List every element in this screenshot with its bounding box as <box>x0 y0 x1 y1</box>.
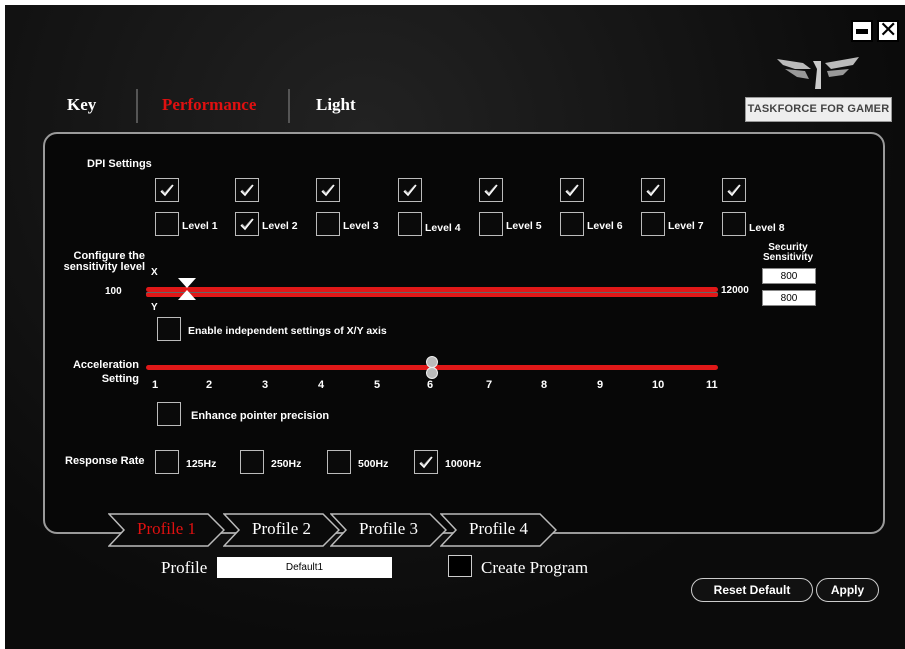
dpi-settings-title: DPI Settings <box>87 158 152 170</box>
apply-button[interactable]: Apply <box>816 578 879 602</box>
dpi-enable-checkbox[interactable] <box>316 178 340 202</box>
dpi-level-label: Level 8 <box>749 222 785 234</box>
independent-xy-checkbox[interactable] <box>157 317 181 341</box>
checkmark-icon <box>419 456 433 469</box>
profile-tab-label: Profile 2 <box>251 519 312 538</box>
profile-tab-label: Profile 1 <box>136 519 197 538</box>
create-program-checkbox[interactable] <box>448 555 472 577</box>
acceleration-knob-bottom[interactable] <box>426 367 438 379</box>
dpi-level-checkbox[interactable] <box>479 212 503 236</box>
dpi-level-checkbox[interactable] <box>155 212 179 236</box>
checkmark-icon <box>565 184 579 197</box>
sensitivity-max: 12000 <box>721 285 749 296</box>
dpi-enable-checkbox[interactable] <box>235 178 259 202</box>
tab-divider <box>288 89 290 123</box>
profile-tab-label: Profile 4 <box>468 519 529 538</box>
acceleration-tick-label: 7 <box>486 379 493 391</box>
acceleration-tick-label: 5 <box>374 379 381 391</box>
enhance-precision-label: Enhance pointer precision <box>191 410 330 422</box>
dpi-enable-checkbox[interactable] <box>479 178 503 202</box>
dpi-enable-checkbox[interactable] <box>722 178 746 202</box>
dpi-level-checkbox[interactable] <box>235 212 259 236</box>
minimize-button[interactable] <box>851 20 873 42</box>
acceleration-label: Acceleration Setting <box>72 359 139 385</box>
dpi-enable-checkbox[interactable] <box>155 178 179 202</box>
profile-label: Profile <box>161 558 208 577</box>
response-rate-checkbox[interactable] <box>327 450 351 474</box>
checkmark-icon <box>484 184 498 197</box>
app-window: ✕ TASKFORCE FOR GAMER Key Performance Li… <box>5 5 905 649</box>
profile-name-input[interactable]: Default1 <box>217 557 392 578</box>
sensitivity-y-fill <box>146 293 718 297</box>
close-button[interactable]: ✕ <box>877 18 899 43</box>
response-rate-option-label: 125Hz <box>186 458 217 470</box>
checkmark-icon <box>240 218 254 231</box>
tab-performance[interactable]: Performance <box>162 95 256 115</box>
dpi-level-checkbox[interactable] <box>722 212 746 236</box>
dpi-level-label: Level 1 <box>182 220 218 232</box>
checkmark-icon <box>403 184 417 197</box>
checkmark-icon <box>727 184 741 197</box>
reset-default-button[interactable]: Reset Default <box>691 578 813 602</box>
response-rate-option-label: 500Hz <box>358 458 389 470</box>
dpi-enable-checkbox[interactable] <box>398 178 422 202</box>
profile-tab-label: Profile 3 <box>358 519 419 538</box>
dpi-level-checkbox[interactable] <box>398 212 422 236</box>
dpi-enable-checkbox[interactable] <box>560 178 584 202</box>
independent-xy-label: Enable independent settings of X/Y axis <box>188 325 387 337</box>
checkmark-icon <box>321 184 335 197</box>
profile-tab-4[interactable]: Profile 4 <box>440 513 557 547</box>
acceleration-tick-label: 9 <box>597 379 604 391</box>
response-rate-option-label: 1000Hz <box>445 458 482 470</box>
brand-label: TASKFORCE FOR GAMER <box>745 97 892 122</box>
dpi-enable-checkbox[interactable] <box>641 178 665 202</box>
sensitivity-y-input[interactable]: 800 <box>762 290 816 306</box>
dpi-level-label: Level 2 <box>262 220 298 232</box>
checkmark-icon <box>646 184 660 197</box>
tab-key[interactable]: Key <box>67 95 96 115</box>
dpi-level-label: Level 5 <box>506 220 542 232</box>
sensitivity-slider-handle[interactable] <box>177 277 197 301</box>
dpi-level-checkbox[interactable] <box>560 212 584 236</box>
checkmark-icon <box>240 184 254 197</box>
minimize-icon <box>856 29 868 34</box>
create-program-label: Create Program <box>481 558 589 577</box>
enhance-precision-checkbox[interactable] <box>157 402 181 426</box>
response-rate-option-label: 250Hz <box>271 458 302 470</box>
acceleration-tick-label: 3 <box>262 379 269 391</box>
checkmark-icon <box>160 184 174 197</box>
y-axis-label: Y <box>151 302 158 313</box>
dpi-level-label: Level 6 <box>587 220 623 232</box>
tab-divider <box>136 89 138 123</box>
close-icon: ✕ <box>879 18 898 43</box>
dpi-level-label: Level 4 <box>425 222 461 234</box>
profile-tab-1[interactable]: Profile 1 <box>108 513 225 547</box>
acceleration-tick-label: 4 <box>318 379 325 391</box>
acceleration-tick-label: 10 <box>652 379 665 391</box>
dpi-level-checkbox[interactable] <box>641 212 665 236</box>
x-axis-label: X <box>151 267 158 278</box>
security-sensitivity-label: Security Sensitivity <box>762 242 814 263</box>
response-rate-label: Response Rate <box>65 455 145 467</box>
acceleration-tick-label: 11 <box>706 379 718 391</box>
dpi-level-label: Level 3 <box>343 220 379 232</box>
acceleration-tick-label: 1 <box>152 379 159 391</box>
acceleration-tick-label: 8 <box>541 379 548 391</box>
dpi-level-label: Level 7 <box>668 220 704 232</box>
response-rate-checkbox[interactable] <box>155 450 179 474</box>
dpi-level-checkbox[interactable] <box>316 212 340 236</box>
acceleration-tick-label: 2 <box>206 379 213 391</box>
acceleration-tick-label: 6 <box>427 379 434 391</box>
sensitivity-x-input[interactable]: 800 <box>762 268 816 284</box>
profile-tab-3[interactable]: Profile 3 <box>330 513 447 547</box>
sensitivity-min: 100 <box>105 286 122 297</box>
taskforce-logo <box>777 57 859 89</box>
profile-tab-2[interactable]: Profile 2 <box>223 513 340 547</box>
response-rate-checkbox[interactable] <box>240 450 264 474</box>
sensitivity-label: Configure the sensitivity level <box>63 250 145 273</box>
tab-light[interactable]: Light <box>316 95 356 115</box>
response-rate-checkbox[interactable] <box>414 450 438 474</box>
